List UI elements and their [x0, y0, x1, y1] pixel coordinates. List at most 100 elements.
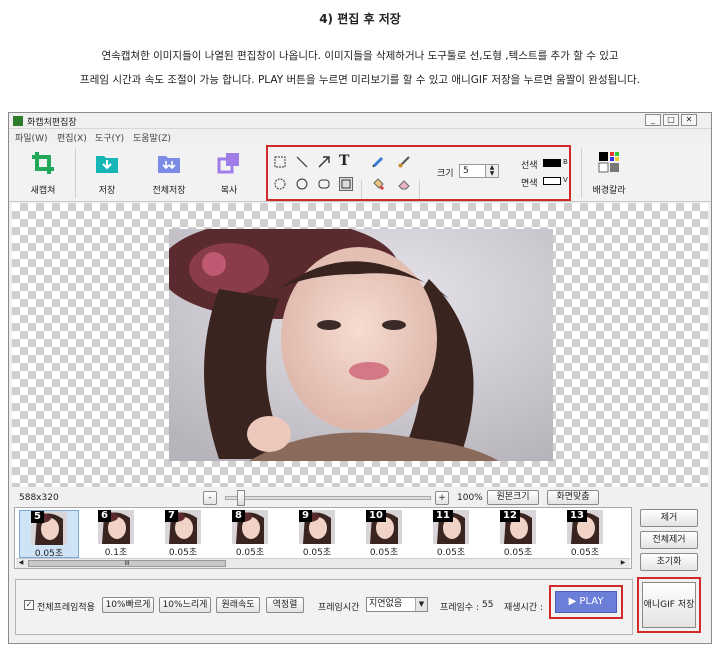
- new-capture-button[interactable]: 새캡쳐: [23, 150, 63, 198]
- frame-time-label: 프레임시간: [318, 603, 360, 613]
- frame-thumbnail[interactable]: 5 0.05초: [19, 510, 79, 559]
- toolbar-divider: [75, 148, 76, 198]
- frame-time-select[interactable]: 지연없음 ▼: [366, 597, 428, 612]
- frame-image: 9: [299, 510, 335, 544]
- bg-color-label: 배경칼라: [592, 186, 626, 196]
- remove-all-button[interactable]: 전체제거: [640, 531, 698, 549]
- frame-image: 13: [567, 510, 603, 544]
- frame-strip: 5 0.05초 6 0.1초 7 0.05초 8 0.05초 9 0.05초 10 0.05초 11 0.…: [14, 507, 632, 569]
- palette-icon: [598, 152, 619, 173]
- frame-number: 7: [165, 510, 178, 522]
- scroll-thumb[interactable]: III: [28, 560, 226, 567]
- frame-image: 5: [31, 511, 67, 545]
- doc-paragraph-line1: 연속캡쳐한 이미지들이 나열된 편집창이 나옵니다. 이미지들을 삭제하거나 도…: [101, 50, 619, 62]
- frame-delay: 0.05초: [570, 548, 600, 558]
- save-label: 저장: [98, 186, 116, 196]
- copy-label: 복사: [220, 186, 238, 196]
- copy-icon: [217, 153, 239, 174]
- frame-image: 11: [433, 510, 469, 544]
- frame-strip-scrollbar[interactable]: ◀ III ▶: [16, 558, 630, 568]
- frame-delay: 0.1초: [104, 548, 128, 558]
- close-button[interactable]: ✕: [681, 114, 697, 126]
- folder-save-all-icon: [158, 156, 180, 173]
- toolbar-divider-3: [581, 148, 582, 198]
- frame-preview-image: [169, 229, 553, 461]
- slower-button[interactable]: 10%느리게: [159, 597, 211, 613]
- menu-file[interactable]: 파일(W): [15, 131, 47, 144]
- play-time-label: 재생시간 :: [504, 603, 544, 613]
- scroll-right-arrow[interactable]: ▶: [618, 559, 628, 568]
- chevron-down-icon[interactable]: ▼: [415, 598, 427, 611]
- zoom-readout: 100%: [457, 493, 483, 503]
- frame-delay: 0.05초: [168, 548, 198, 558]
- frame-delay: 0.05초: [436, 548, 466, 558]
- frame-number: 11: [433, 510, 453, 522]
- frame-delay: 0.05초: [235, 548, 265, 558]
- minimize-button[interactable]: _: [645, 114, 661, 126]
- menu-bar: 파일(W) 편집(X) 도구(Y) 도움말(Z): [9, 130, 711, 144]
- menu-edit[interactable]: 편집(X): [57, 131, 87, 144]
- image-size-readout: 588x320: [19, 493, 59, 503]
- folder-save-icon: [96, 156, 118, 173]
- app-icon: [13, 116, 23, 126]
- menu-tools[interactable]: 도구(Y): [95, 131, 124, 144]
- title-bar: 화캡처편집장 _ □ ✕: [9, 113, 711, 129]
- frame-number: 12: [500, 510, 520, 522]
- frame-count-label: 프레임수 :: [440, 603, 480, 613]
- save-gif-button[interactable]: 애니GIF 저장: [642, 582, 696, 628]
- frame-delay: 0.05초: [302, 548, 332, 558]
- faster-button[interactable]: 10%빠르게: [102, 597, 154, 613]
- frame-number: 6: [98, 510, 111, 522]
- frame-number: 13: [567, 510, 587, 522]
- apply-all-checkbox[interactable]: ✓: [24, 600, 34, 610]
- frame-delay: 0.05초: [369, 548, 399, 558]
- frame-number: 10: [366, 510, 386, 522]
- zoom-out-button[interactable]: -: [203, 491, 217, 505]
- fit-screen-button[interactable]: 화면맞춤: [547, 490, 599, 505]
- frame-count-value: 55: [482, 600, 494, 610]
- save-all-button[interactable]: 전체저장: [143, 150, 195, 198]
- frame-image: 6: [98, 510, 134, 544]
- zoom-slider-track[interactable]: [225, 496, 431, 500]
- doc-heading: 4) 편집 후 저장: [319, 12, 401, 26]
- play-button[interactable]: ▶ PLAY: [555, 591, 617, 613]
- frame-number: 5: [31, 511, 44, 523]
- original-size-button[interactable]: 원본크기: [487, 490, 539, 505]
- window-title: 화캡처편집장: [27, 118, 77, 128]
- frame-thumbnail[interactable]: 10 0.05초: [354, 510, 414, 558]
- frame-image: 7: [165, 510, 201, 544]
- frame-thumbnail[interactable]: 6 0.1초: [86, 510, 146, 558]
- frame-number: 9: [299, 510, 312, 522]
- frame-thumbnail[interactable]: 9 0.05초: [287, 510, 347, 558]
- remove-frame-button[interactable]: 제거: [640, 509, 698, 527]
- new-capture-label: 새캡쳐: [30, 186, 56, 196]
- apply-all-label: 전체프레임적용: [37, 603, 95, 613]
- editor-window: 화캡처편집장 _ □ ✕ 파일(W) 편집(X) 도구(Y) 도움말(Z) 새캡…: [8, 112, 712, 644]
- crop-icon: [32, 152, 54, 174]
- frame-number: 8: [232, 510, 245, 522]
- reverse-button[interactable]: 역정렬: [266, 597, 304, 613]
- zoom-in-button[interactable]: +: [435, 491, 449, 505]
- editing-canvas[interactable]: [12, 203, 708, 487]
- scroll-left-arrow[interactable]: ◀: [16, 559, 26, 568]
- tools-highlight: [266, 145, 571, 201]
- doc-paragraph-line2: 프레임 시간과 속도 조절이 가능 합니다. PLAY 버튼을 누르면 미리보기…: [80, 74, 640, 86]
- frame-delay: 0.05초: [503, 548, 533, 558]
- frame-image: 8: [232, 510, 268, 544]
- frame-thumbnail[interactable]: 12 0.05초: [488, 510, 548, 558]
- copy-button[interactable]: 복사: [209, 150, 249, 198]
- playback-control-bar: ✓ 전체프레임적용 10%빠르게 10%느리게 원래속도 역정렬 프레임시간 지…: [15, 579, 633, 635]
- save-button[interactable]: 저장: [87, 150, 127, 198]
- zoom-slider-thumb[interactable]: [237, 490, 246, 506]
- reset-button[interactable]: 초기화: [640, 553, 698, 571]
- frame-image: 10: [366, 510, 402, 544]
- save-all-label: 전체저장: [152, 186, 186, 196]
- frame-thumbnail[interactable]: 7 0.05초: [153, 510, 213, 558]
- original-speed-button[interactable]: 원래속도: [216, 597, 260, 613]
- frame-thumbnail[interactable]: 13 0.05초: [555, 510, 615, 558]
- frame-thumbnail[interactable]: 11 0.05초: [421, 510, 481, 558]
- menu-help[interactable]: 도움말(Z): [133, 131, 171, 144]
- frame-thumbnail[interactable]: 8 0.05초: [220, 510, 280, 558]
- bg-color-button[interactable]: 배경칼라: [587, 150, 631, 198]
- maximize-button[interactable]: □: [663, 114, 679, 126]
